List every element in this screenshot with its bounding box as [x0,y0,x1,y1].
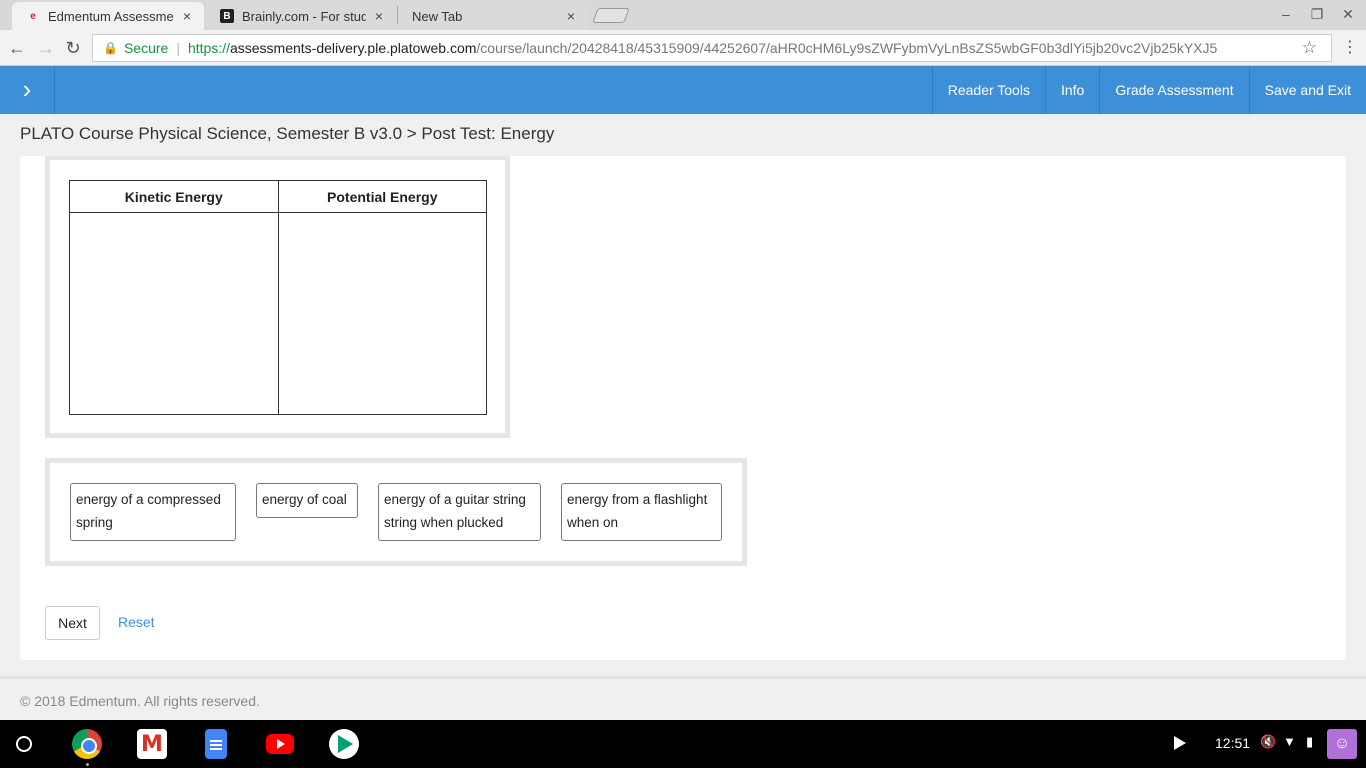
tab-new-tab[interactable]: New Tab × [398,2,588,30]
tab-title: Brainly.com - For students [242,8,366,24]
docs-icon[interactable] [205,729,227,759]
save-and-exit-button[interactable]: Save and Exit [1248,66,1366,114]
clock[interactable]: 12:51 [1215,735,1250,751]
user-avatar[interactable]: ☺ [1327,729,1357,759]
tab-brainly[interactable]: B Brainly.com - For students × [206,2,396,30]
youtube-icon[interactable] [266,734,294,754]
browser-menu-icon[interactable]: ⋮ [1342,37,1358,57]
copyright-text: © 2018 Edmentum. All rights reserved. [20,693,260,709]
tiles-tray: energy of a compressed spring energy of … [45,458,747,566]
chrome-icon[interactable] [72,729,102,759]
reset-link[interactable]: Reset [118,614,155,630]
app-nav: Reader Tools Info Grade Assessment Save … [931,66,1366,114]
column-header: Kinetic Energy [70,181,278,213]
tab-title: Edmentum Assessments [48,8,174,24]
page-footer: © 2018 Edmentum. All rights reserved. [0,676,1366,720]
tab-edmentum[interactable]: e Edmentum Assessments × [12,2,204,30]
tab-title: New Tab [412,8,463,24]
close-tab-icon[interactable]: × [372,8,386,24]
close-tab-icon[interactable]: × [564,8,578,24]
url-separator: | [176,40,180,56]
media-play-icon[interactable] [1174,736,1186,750]
column-kinetic-energy: Kinetic Energy [70,181,278,414]
info-button[interactable]: Info [1044,66,1099,114]
grade-assessment-button[interactable]: Grade Assessment [1099,66,1248,114]
edmentum-favicon-icon: e [30,10,36,22]
play-store-icon[interactable] [329,729,359,759]
url-path: /course/launch/20428418/45315909/4425260… [476,40,1218,56]
column-header: Potential Energy [278,181,486,213]
lock-icon: 🔒 [103,41,118,55]
next-button[interactable]: Next [45,606,100,640]
breadcrumb: PLATO Course Physical Science, Semester … [20,124,555,143]
close-window-icon[interactable]: ✕ [1338,6,1358,23]
browser-tab-strip: e Edmentum Assessments × B Brainly.com -… [0,0,1366,30]
url-host: assessments-delivery.ple.platoweb.com [229,40,477,56]
draggable-tile[interactable]: energy of a compressed spring [70,483,236,541]
close-tab-icon[interactable]: × [180,8,194,24]
battery-icon[interactable]: ▮ [1306,734,1313,750]
running-indicator [86,763,89,766]
back-icon[interactable]: ← [6,37,28,59]
drop-zone-potential[interactable] [279,213,487,414]
draggable-tile[interactable]: energy of coal [256,483,358,518]
brainly-favicon-icon: B [220,9,234,23]
sorting-table: Kinetic Energy Potential Energy [69,180,487,415]
wifi-icon[interactable]: ▼ [1283,734,1296,749]
drop-zone-kinetic[interactable] [70,213,278,414]
reload-icon[interactable]: ↻ [62,37,84,59]
column-potential-energy: Potential Energy [277,181,487,414]
question-card: Kinetic Energy Potential Energy energy o… [20,156,1346,660]
draggable-tile[interactable]: energy from a flashlight when on [561,483,722,541]
mute-icon[interactable]: 🔇 [1260,734,1276,750]
browser-toolbar: ← → ↻ 🔒 Secure | https://assessments-del… [0,30,1366,66]
restore-icon[interactable]: ❐ [1307,6,1327,23]
forward-icon[interactable]: → [35,37,57,59]
menu-toggle-chevron-icon[interactable]: › [0,66,55,114]
minimize-icon[interactable]: – [1276,6,1296,22]
address-bar[interactable]: 🔒 Secure | https://assessments-delivery.… [92,34,1332,62]
app-header: › Reader Tools Info Grade Assessment Sav… [0,66,1366,114]
bookmark-star-icon[interactable]: ☆ [1302,38,1317,58]
draggable-tile[interactable]: energy of a guitar string string when pl… [378,483,541,541]
url-scheme: https:// [187,40,230,56]
reader-tools-button[interactable]: Reader Tools [931,66,1045,114]
sorting-table-frame: Kinetic Energy Potential Energy [45,156,510,438]
secure-label: Secure [123,40,169,56]
gmail-icon[interactable] [137,729,167,759]
launcher-icon[interactable] [16,736,32,752]
os-shelf: 12:51 🔇 ▼ ▮ ☺ [0,720,1366,768]
new-tab-button[interactable] [592,8,630,23]
